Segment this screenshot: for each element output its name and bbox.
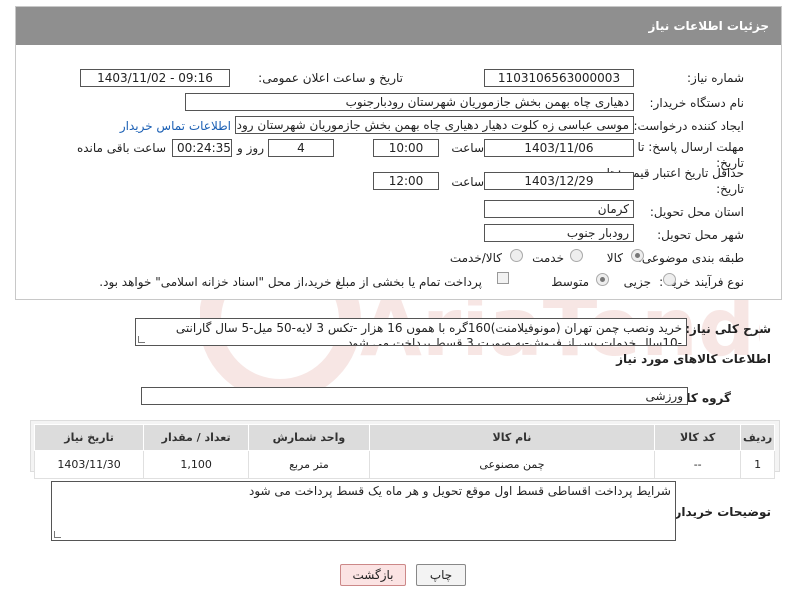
buyer-org-field[interactable]: دهیاری چاه بهمن بخش جازموریان شهرستان رو… [185, 93, 634, 111]
creator-label: ایجاد کننده درخواست: [633, 119, 744, 133]
items-table: ردیف کد کالا نام کالا واحد شمارش تعداد /… [33, 424, 775, 479]
creator-field[interactable]: موسی عباسی زه کلوت دهیار دهیاری چاه بهمن… [235, 116, 634, 134]
deadline-date-field[interactable]: 1403/11/06 [484, 139, 634, 157]
cell-name: چمن مصنوعی [368, 450, 656, 479]
col-unit: واحد شمارش [248, 424, 370, 451]
buyer-org-label: نام دستگاه خریدار: [649, 96, 745, 110]
cell-code: -- [654, 450, 742, 479]
category-goods-service-radio[interactable] [510, 249, 523, 262]
city-field[interactable]: رودبار جنوب [484, 224, 634, 242]
col-name: نام کالا [368, 424, 656, 451]
category-service-radio[interactable] [570, 249, 583, 262]
announce-datetime-field[interactable]: 1403/11/02 - 09:16 [80, 69, 230, 87]
city-label: شهر محل تحویل: [657, 228, 744, 242]
buyer-notes-text: شرایط پرداخت اقساطی قسط اول موقع تحویل و… [248, 484, 671, 498]
cell-quantity: 1,100 [143, 450, 250, 479]
process-minor-radio[interactable] [663, 273, 676, 286]
days-label: روز و [237, 141, 264, 155]
cell-need-date: 1403/11/30 [33, 450, 145, 479]
table-row[interactable]: 1 -- چمن مصنوعی متر مربع 1,100 1403/11/3… [33, 450, 775, 479]
deadline-time-field[interactable]: 10:00 [373, 139, 439, 157]
category-goods-label: کالا [606, 251, 623, 265]
remaining-time-label: ساعت باقی مانده [76, 141, 166, 155]
buyer-notes-textarea[interactable]: شرایط پرداخت اقساطی قسط اول موقع تحویل و… [51, 481, 676, 541]
province-label: استان محل تحویل: [649, 205, 744, 219]
validity-time-field[interactable]: 12:00 [373, 172, 439, 190]
goods-group-field[interactable]: ورزشی [141, 387, 688, 405]
col-row: ردیف [740, 424, 775, 451]
goods-section-title: اطلاعات کالاهای مورد نیاز [616, 352, 771, 366]
category-label: طبقه بندی موضوعی: [637, 251, 744, 265]
need-number-label: شماره نیاز: [687, 71, 744, 85]
col-code: کد کالا [654, 424, 742, 451]
description-textarea[interactable]: خرید ونصب چمن تهران (مونوفیلامنت)160گره … [135, 318, 687, 346]
buyer-contact-link[interactable]: اطلاعات تماس خریدار [120, 119, 231, 133]
days-field[interactable]: 4 [268, 139, 334, 157]
category-service-label: خدمت [532, 251, 564, 265]
category-goods-service-label: کالا/خدمت [449, 251, 502, 265]
col-quantity: تعداد / مقدار [143, 424, 250, 451]
need-number-field[interactable]: 1103106563000003 [484, 69, 634, 87]
announce-label: تاریخ و ساعت اعلان عمومی: [258, 71, 403, 85]
print-button[interactable]: چاپ [416, 564, 466, 586]
treasury-payment-note: پرداخت تمام یا بخشی از مبلغ خرید،از محل … [99, 275, 482, 289]
remaining-time-field[interactable]: 00:24:35 [172, 139, 232, 157]
validity-time-label: ساعت [451, 175, 484, 189]
description-text: خرید ونصب چمن تهران (مونوفیلامنت)160گره … [175, 321, 682, 346]
resize-handle-icon[interactable] [138, 336, 145, 343]
description-label: شرح کلی نیاز: [685, 322, 771, 336]
validity-date-field[interactable]: 1403/12/29 [484, 172, 634, 190]
treasury-payment-checkbox[interactable] [497, 272, 509, 284]
province-field[interactable]: کرمان [484, 200, 634, 218]
back-button[interactable]: بازگشت [340, 564, 406, 586]
cell-row: 1 [740, 450, 775, 479]
resize-handle-icon[interactable] [54, 531, 61, 538]
panel-title: جزئیات اطلاعات نیاز [16, 7, 781, 45]
items-table-header: ردیف کد کالا نام کالا واحد شمارش تعداد /… [33, 424, 775, 451]
process-medium-label: متوسط [551, 275, 589, 289]
category-goods-radio[interactable] [631, 249, 644, 262]
cell-unit: متر مربع [248, 450, 370, 479]
buyer-notes-label: توضیحات خریدار: [669, 505, 771, 519]
col-need-date: تاریخ نیاز [33, 424, 145, 451]
deadline-time-label: ساعت [451, 141, 484, 155]
process-medium-radio[interactable] [596, 273, 609, 286]
process-minor-label: جزیی [623, 275, 651, 289]
